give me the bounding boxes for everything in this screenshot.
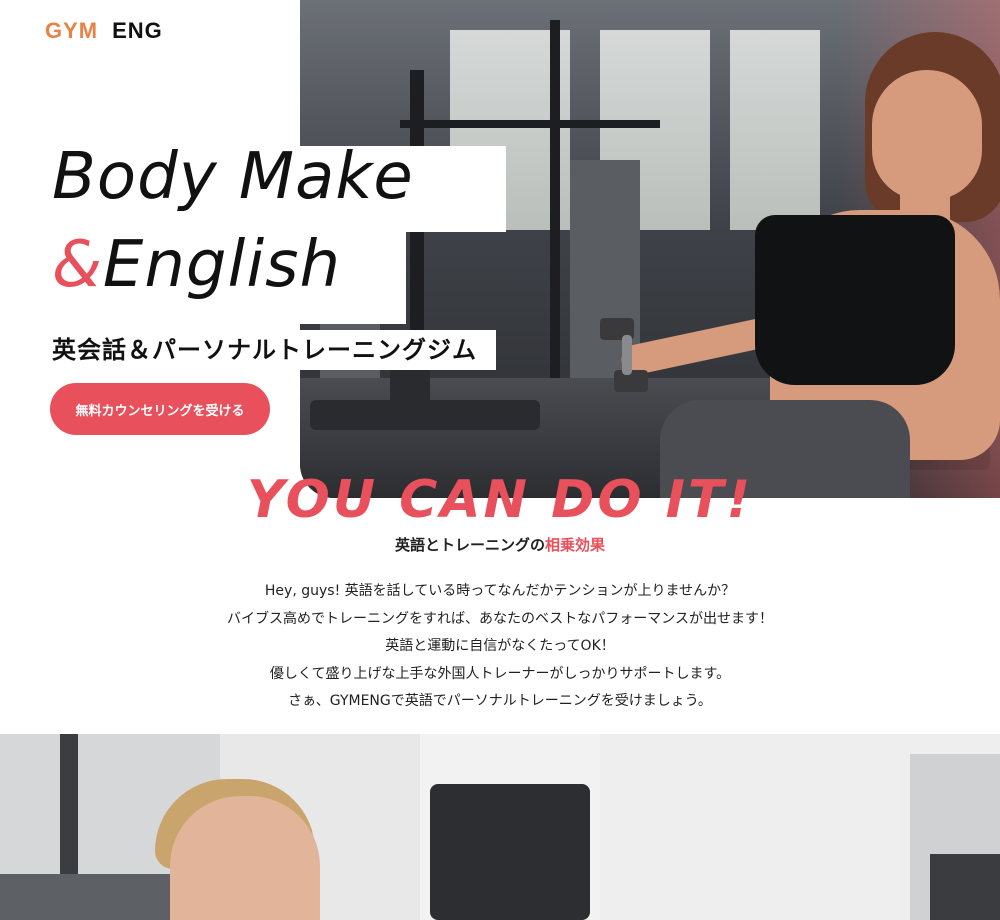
headline-english-word: English [102,228,341,302]
tagline-lead: 英語とトレーニングの [394,536,545,554]
intro-paragraph: Hey, guys! 英語を話している時ってなんだかテンションが上りませんか？ … [0,578,1000,716]
headline-ampersand: & [52,228,103,302]
intro-line: Hey, guys! 英語を話している時ってなんだかテンションが上りませんか？ [264,583,736,599]
intro-line: バイブス高めでトレーニングをすれば、あなたのベストなパフォーマンスが出せます！ [227,610,773,627]
logo-eng: ENG [112,18,163,43]
hero-subtitle: 英会話＆パーソナルトレーニングジム [52,336,477,364]
headline-english: &English [52,228,341,302]
intro-line: さぁ、GYMENGで英語でパーソナルトレーニングを受けましょう。 [288,693,712,709]
slogan: YOU CAN DO IT! [246,470,754,530]
bottom-photo [0,734,1000,920]
logo-gym: GYM [45,18,99,43]
intro-line: 優しくて盛り上げな上手な外国人トレーナーがしっかりサポートします。 [269,665,731,682]
free-counseling-button[interactable]: 無料カウンセリングを受ける [50,383,270,435]
intro-line: 英語と運動に自信がなくたってOK！ [385,638,615,654]
headline-body-make: Body Make [52,140,414,214]
tagline: 英語とトレーニングの相乗効果 [0,534,1000,555]
tagline-accent: 相乗効果 [545,536,606,554]
logo[interactable]: GYM ENG [45,18,163,44]
